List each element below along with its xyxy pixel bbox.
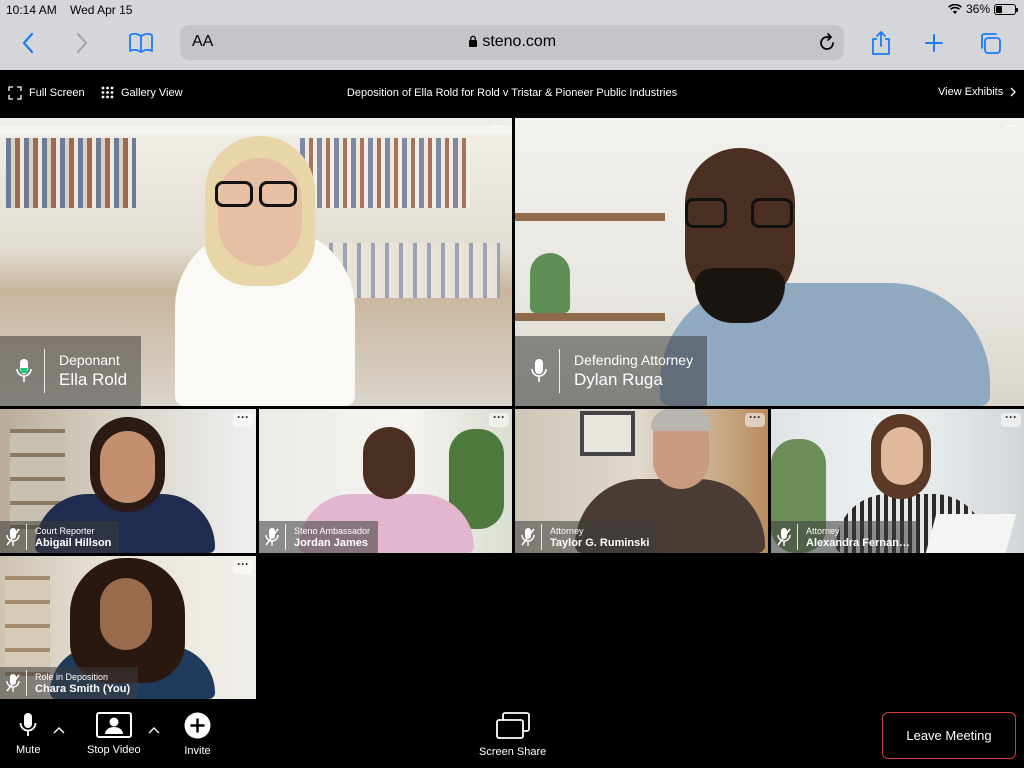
- participant-role: Defending Attorney: [574, 352, 694, 368]
- microphone-muted-icon: [6, 528, 20, 546]
- video-tile[interactable]: ··· Attorney Taylor G. Ruminski: [515, 409, 768, 553]
- more-options-icon[interactable]: ···: [489, 120, 509, 136]
- chevron-left-icon: [22, 32, 34, 54]
- participant-name-plate: Attorney Alexandra Fernan…: [771, 521, 918, 553]
- add-circle-icon: [184, 712, 211, 739]
- url-display: steno.com: [180, 33, 844, 51]
- name-plate-divider: [797, 524, 798, 550]
- participant-name: Jordan James: [294, 536, 368, 549]
- microphone-muted-icon: [6, 674, 20, 692]
- share-button[interactable]: [866, 28, 896, 58]
- participant-name: Dylan Ruga: [574, 370, 663, 389]
- share-icon: [872, 31, 890, 55]
- participant-role: Deponant: [59, 352, 120, 368]
- video-tile[interactable]: ··· Steno Ambassador Jordan James: [259, 409, 512, 553]
- forward-button[interactable]: [67, 28, 97, 58]
- plus-icon: [925, 34, 943, 52]
- microphone-icon: [531, 359, 547, 382]
- audio-options-caret-icon[interactable]: [53, 726, 65, 734]
- name-plate-divider: [541, 524, 542, 550]
- stop-video-label: Stop Video: [87, 744, 141, 756]
- name-plate-divider: [285, 524, 286, 550]
- tabs-icon: [981, 33, 1001, 54]
- video-camera-icon: [95, 712, 132, 738]
- meeting-title: Deposition of Ella Rold for Rold v Trist…: [346, 87, 678, 99]
- participant-name-plate: Attorney Taylor G. Ruminski: [515, 521, 658, 553]
- chevron-right-icon: [76, 32, 88, 54]
- new-tab-button[interactable]: [919, 28, 949, 58]
- participant-role: Court Reporter: [35, 525, 95, 536]
- participant-name: Alexandra Fernan…: [806, 536, 910, 549]
- video-options-caret-icon[interactable]: [148, 726, 160, 734]
- wifi-icon: [948, 3, 962, 14]
- bookmarks-button[interactable]: [126, 28, 156, 58]
- address-bar[interactable]: AA steno.com: [180, 25, 844, 60]
- more-options-icon[interactable]: ···: [233, 558, 253, 574]
- battery-percent: 36%: [965, 2, 990, 16]
- battery-fill: [996, 5, 1003, 13]
- status-bar: 10:14 AM Wed Apr 15 36%: [0, 0, 1024, 20]
- participant-name-plate: Role in Deposition Chara Smith (You): [0, 667, 139, 699]
- status-time: 10:14 AM: [6, 3, 57, 17]
- chevron-right-icon: [1010, 87, 1017, 97]
- more-options-icon[interactable]: ···: [233, 411, 253, 427]
- participant-name: Abigail Hillson: [35, 536, 112, 549]
- participant-name-plate: Court Reporter Abigail Hillson: [0, 521, 120, 553]
- reload-icon: [820, 33, 834, 50]
- screen-share-button[interactable]: Screen Share: [479, 712, 546, 758]
- browser-toolbar: AA steno.com: [0, 20, 1024, 70]
- participant-name: Chara Smith (You): [35, 682, 131, 695]
- microphone-muted-icon: [521, 528, 535, 546]
- mute-label: Mute: [16, 744, 41, 756]
- participant-name-plate: Defending Attorney Dylan Ruga: [515, 336, 708, 406]
- back-button[interactable]: [13, 28, 43, 58]
- video-tile[interactable]: ··· Court Reporter Abigail Hillson: [0, 409, 256, 553]
- microphone-muted-icon: [265, 528, 279, 546]
- more-options-icon[interactable]: ···: [1001, 411, 1021, 427]
- status-date: Wed Apr 15: [70, 3, 133, 17]
- participant-role: Attorney: [806, 525, 840, 536]
- battery-icon: [994, 3, 1018, 15]
- microphone-icon: [19, 713, 37, 736]
- video-tile[interactable]: ··· Role in Deposition Chara Smith (You): [0, 556, 256, 699]
- invite-button[interactable]: Invite: [184, 712, 211, 757]
- name-plate-divider: [559, 349, 560, 393]
- mute-button[interactable]: Mute: [16, 712, 40, 756]
- screen-share-label: Screen Share: [479, 746, 547, 758]
- url-text: steno.com: [482, 33, 557, 50]
- more-options-icon[interactable]: ···: [745, 411, 765, 427]
- lock-icon: [468, 35, 477, 47]
- reload-button[interactable]: [818, 32, 836, 57]
- name-plate-divider: [44, 349, 45, 393]
- view-exhibits-label: View Exhibits: [938, 86, 1004, 98]
- screen-share-icon: [495, 712, 530, 739]
- meeting-header: Full Screen Gallery View Deposition of E…: [0, 70, 1024, 118]
- participant-name: Taylor G. Ruminski: [550, 536, 650, 549]
- stop-video-button[interactable]: Stop Video: [87, 712, 141, 756]
- status-right: 36%: [948, 2, 1018, 16]
- participant-name: Ella Rold: [59, 370, 128, 389]
- name-plate-divider: [26, 670, 27, 696]
- tabs-overview-button[interactable]: [975, 28, 1005, 58]
- more-options-icon[interactable]: ···: [1001, 120, 1021, 136]
- view-exhibits-button[interactable]: View Exhibits: [938, 86, 1017, 98]
- participant-role: Attorney: [550, 525, 584, 536]
- microphone-icon: [16, 359, 32, 382]
- participant-name-plate: Deponant Ella Rold: [0, 336, 142, 406]
- name-plate-divider: [26, 524, 27, 550]
- leave-meeting-button[interactable]: Leave Meeting: [882, 712, 1016, 759]
- participant-name-plate: Steno Ambassador Jordan James: [259, 521, 379, 553]
- book-icon: [129, 33, 153, 53]
- more-options-icon[interactable]: ···: [489, 411, 509, 427]
- video-tile[interactable]: ··· Attorney Alexandra Fernan…: [771, 409, 1024, 553]
- video-tile[interactable]: ··· Defending Attorney Dylan Ruga: [515, 118, 1024, 406]
- video-tile[interactable]: ··· Deponant Ella Rold: [0, 118, 512, 406]
- participant-role: Role in Deposition: [35, 671, 109, 682]
- invite-label: Invite: [184, 745, 211, 757]
- microphone-muted-icon: [777, 528, 791, 546]
- participant-role: Steno Ambassador: [294, 525, 371, 536]
- meeting-controls: Mute Stop Video Invite Screen Share Leav…: [0, 700, 1024, 768]
